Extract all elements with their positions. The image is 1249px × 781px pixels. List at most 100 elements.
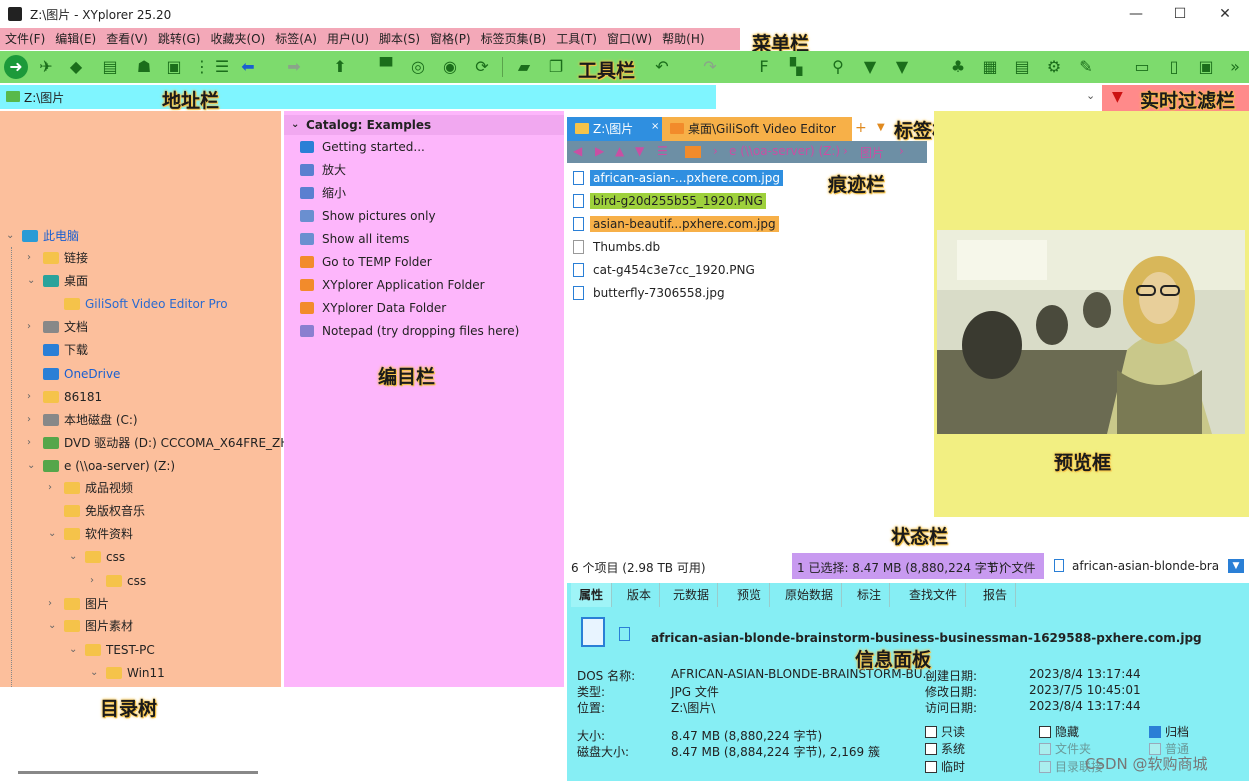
info-tab[interactable]: 版本 [619, 583, 661, 607]
chevron-right-icon[interactable]: › [90, 575, 94, 586]
undo-icon[interactable]: ↶ [650, 55, 674, 79]
tree-item[interactable]: 链接 [43, 248, 88, 268]
tree-item[interactable]: 文档 [43, 317, 88, 337]
tab-desktop-gilisoft[interactable]: 桌面\GiliSoft Video Editor Pro [662, 117, 852, 160]
address-field[interactable]: Z:\图片 [0, 85, 716, 109]
chevron-down-icon[interactable]: ⌄ [27, 275, 35, 286]
tree-item[interactable]: css [106, 571, 146, 591]
tree-item[interactable]: 下载 [43, 340, 88, 360]
tree-item[interactable]: OneDrive [43, 364, 120, 384]
green-filter-icon[interactable]: ▼ [890, 55, 914, 79]
tree-item[interactable]: 成品视频 [64, 478, 133, 498]
chevron-down-icon[interactable]: ⌄ [69, 551, 77, 562]
tree-item[interactable]: 图片素材 [64, 616, 133, 636]
crumb-menu-icon[interactable]: ☰ [657, 144, 668, 158]
catalog-item[interactable]: 放大 [300, 160, 346, 180]
chevron-right-icon[interactable]: › [48, 482, 52, 493]
go-icon[interactable]: ➜ [4, 55, 28, 79]
chevron-right-icon[interactable]: › [27, 414, 31, 425]
file-row[interactable]: bird-g20d255b55_1920.PNG [573, 190, 766, 212]
details-view-icon[interactable]: ▤ [1010, 55, 1034, 79]
menu-go[interactable]: 跳转(G) [153, 28, 206, 50]
monitor-icon[interactable]: ▀ [374, 55, 398, 79]
target-icon[interactable]: ◎ [406, 55, 430, 79]
crumb-up-icon[interactable]: ▲ [615, 144, 624, 158]
diamond-icon[interactable]: ◆ [64, 55, 88, 79]
info-tab[interactable]: 原始数据 [777, 583, 843, 607]
chevron-down-icon[interactable]: ⌄ [6, 230, 14, 241]
new-tab-button[interactable]: + [855, 120, 867, 136]
tree-item[interactable]: 本地磁盘 (C:) [43, 410, 138, 430]
tab-list-dropdown-icon[interactable]: ▼ [877, 122, 885, 133]
info-tab[interactable]: 查找文件 [901, 583, 967, 607]
tree-item[interactable]: css [85, 547, 125, 567]
info-tab[interactable]: 元数据 [665, 583, 719, 607]
chevron-down-icon[interactable]: ⌄ [48, 528, 56, 539]
tab-pictures[interactable]: Z:\图片 × [567, 117, 662, 141]
chevron-right-icon[interactable]: › [27, 321, 31, 332]
info-tab[interactable]: 报告 [975, 583, 1017, 607]
single-pane-icon[interactable]: ▯ [1162, 55, 1186, 79]
chevron-right-icon[interactable]: › [48, 598, 52, 609]
attribute-checkbox[interactable]: 归档 [1149, 723, 1189, 740]
search-icon[interactable]: ⚲ [826, 55, 850, 79]
chevron-right-icon[interactable]: › [27, 252, 31, 263]
catalog-item[interactable]: XYplorer Data Folder [300, 298, 446, 318]
settings-gear-icon[interactable]: ⚙ [1042, 55, 1066, 79]
status-dropdown-icon[interactable]: ▼ [1228, 559, 1244, 573]
file-row[interactable]: cat-g454c3e7cc_1920.PNG [573, 259, 758, 281]
file-row[interactable]: african-asian-...pxhere.com.jpg [573, 167, 783, 189]
catalog-item[interactable]: Go to TEMP Folder [300, 252, 432, 272]
menu-file[interactable]: 文件(F) [0, 28, 50, 50]
tree-item[interactable]: 此电脑 [22, 226, 79, 246]
chevron-down-icon[interactable]: ⌄ [27, 460, 35, 471]
tree-scrollbar[interactable] [18, 771, 258, 774]
address-dropdown-icon[interactable]: ⌄ [1086, 89, 1095, 102]
catalog-item[interactable]: 缩小 [300, 183, 346, 203]
attribute-checkbox[interactable]: 临时 [925, 758, 965, 775]
chevron-down-icon[interactable]: ⌄ [90, 667, 98, 678]
tree-item[interactable]: Win11 [106, 663, 165, 683]
crumb-down-icon[interactable]: ▼ [635, 144, 644, 158]
minimize-button[interactable]: — [1121, 4, 1151, 24]
close-button[interactable]: ✕ [1210, 4, 1240, 24]
catalog-header[interactable]: ⌄ Catalog: Examples [284, 115, 564, 135]
menu-tools[interactable]: 工具(T) [551, 28, 602, 50]
menu-user[interactable]: 用户(U) [322, 28, 374, 50]
menu-tabsets[interactable]: 标签页集(B) [476, 28, 552, 50]
attribute-checkbox[interactable]: 只读 [925, 723, 965, 740]
catalog-item[interactable]: Show pictures only [300, 206, 436, 226]
tree-item[interactable]: e (\\oa-server) (Z:) [43, 456, 175, 476]
info-tab[interactable]: 标注 [849, 583, 891, 607]
chevron-right-icon[interactable]: › [27, 391, 31, 402]
crumb-forward-icon[interactable]: ▶ [595, 144, 604, 158]
maximize-button[interactable]: ☐ [1165, 4, 1195, 24]
back-arrow-icon[interactable]: ⬅ [236, 55, 260, 79]
brush-icon[interactable]: ✎ [1074, 55, 1098, 79]
menu-help[interactable]: 帮助(H) [657, 28, 709, 50]
panel-icon[interactable]: ▤ [98, 55, 122, 79]
tab-close-icon[interactable]: × [651, 115, 659, 139]
crumb-segment-drive[interactable]: e (\\oa-server) (Z:) [729, 144, 840, 158]
flat-view-icon[interactable]: F [752, 55, 776, 79]
tree-icon[interactable]: ♣ [946, 55, 970, 79]
menu-edit[interactable]: 编辑(E) [50, 28, 101, 50]
image-icon[interactable]: ▣ [162, 55, 186, 79]
info-tab[interactable]: 属性 [571, 583, 613, 607]
menu-favorites[interactable]: 收藏夹(O) [205, 28, 270, 50]
file-row[interactable]: Thumbs.db [573, 236, 663, 258]
grid-view-icon[interactable]: ▦ [978, 55, 1002, 79]
menu-window[interactable]: 窗口(W) [602, 28, 657, 50]
tree-item[interactable]: TEST-PC [85, 640, 155, 660]
catalog-item[interactable]: Notepad (try dropping files here) [300, 321, 519, 341]
menu-view[interactable]: 查看(V) [101, 28, 153, 50]
chevron-down-icon[interactable]: ⌄ [69, 644, 77, 655]
redo-icon[interactable]: ↷ [698, 55, 722, 79]
tree-item[interactable]: 86181 [43, 387, 102, 407]
attribute-checkbox[interactable]: 文件夹 [1039, 740, 1091, 757]
catalog-item[interactable]: XYplorer Application Folder [300, 275, 485, 295]
attribute-checkbox[interactable]: 系统 [925, 740, 965, 757]
find-icon[interactable]: ◉ [438, 55, 462, 79]
crumb-back-icon[interactable]: ◀ [573, 144, 582, 158]
tree-item[interactable]: GiliSoft Video Editor Pro [64, 294, 228, 314]
